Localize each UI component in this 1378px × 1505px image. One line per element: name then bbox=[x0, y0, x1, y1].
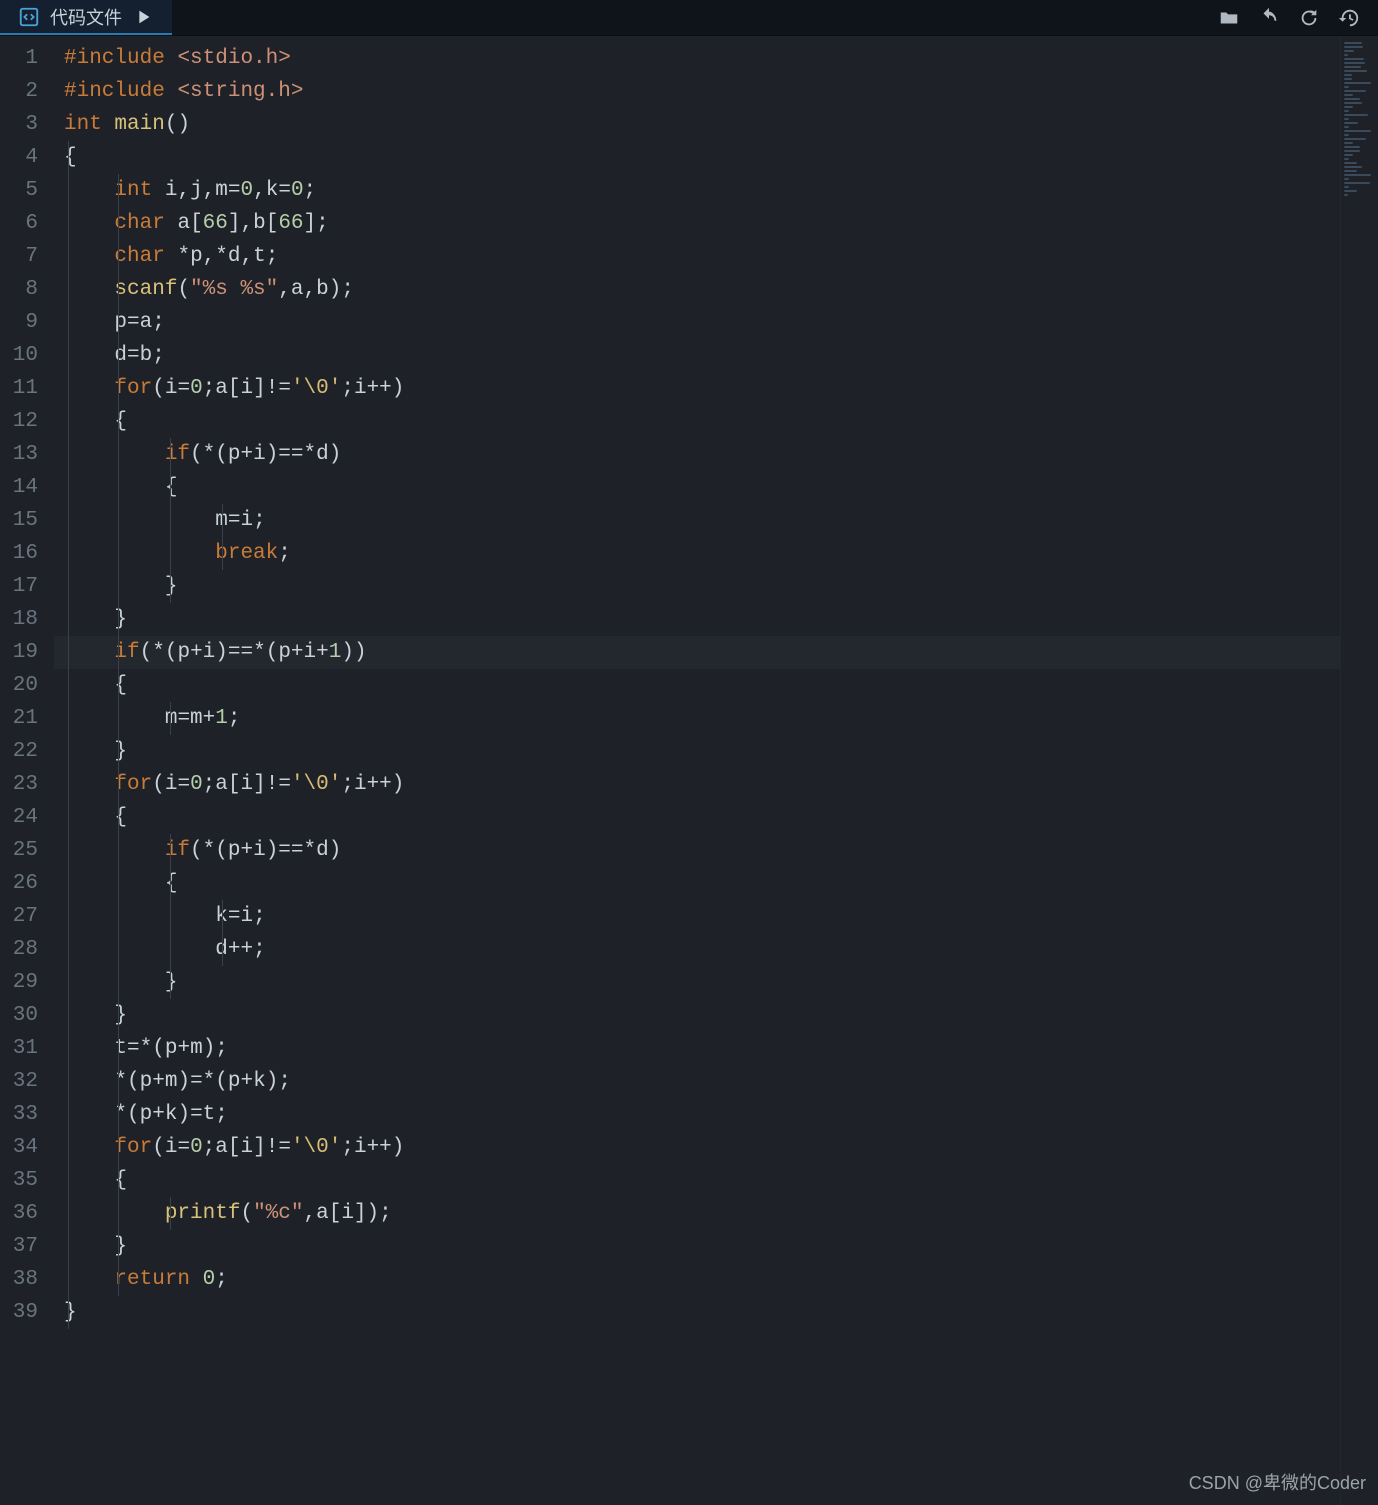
line-number: 29 bbox=[0, 966, 54, 999]
play-icon[interactable] bbox=[132, 6, 154, 28]
line-number: 6 bbox=[0, 207, 54, 240]
code-line[interactable]: #include <string.h> bbox=[54, 75, 1340, 108]
code-line[interactable]: } bbox=[54, 966, 1340, 999]
code-line[interactable]: { bbox=[54, 141, 1340, 174]
code-line[interactable]: for(i=0;a[i]!='\0';i++) bbox=[54, 768, 1340, 801]
line-number-gutter: 1234567891011121314151617181920212223242… bbox=[0, 36, 54, 1505]
tab-bar: 代码文件 bbox=[0, 0, 1378, 36]
code-file-icon bbox=[18, 6, 40, 28]
code-line[interactable]: d++; bbox=[54, 933, 1340, 966]
line-number: 22 bbox=[0, 735, 54, 768]
tab-label: 代码文件 bbox=[50, 4, 122, 30]
toolbar bbox=[1218, 0, 1378, 35]
code-line[interactable]: if(*(p+i)==*d) bbox=[54, 438, 1340, 471]
line-number: 33 bbox=[0, 1098, 54, 1131]
line-number: 12 bbox=[0, 405, 54, 438]
line-number: 8 bbox=[0, 273, 54, 306]
code-line[interactable]: { bbox=[54, 471, 1340, 504]
line-number: 4 bbox=[0, 141, 54, 174]
line-number: 36 bbox=[0, 1197, 54, 1230]
line-number: 34 bbox=[0, 1131, 54, 1164]
refresh-icon[interactable] bbox=[1298, 7, 1320, 29]
code-line[interactable]: m=m+1; bbox=[54, 702, 1340, 735]
line-number: 20 bbox=[0, 669, 54, 702]
code-line[interactable]: printf("%c",a[i]); bbox=[54, 1197, 1340, 1230]
code-line[interactable]: for(i=0;a[i]!='\0';i++) bbox=[54, 372, 1340, 405]
code-line[interactable]: k=i; bbox=[54, 900, 1340, 933]
code-line[interactable]: } bbox=[54, 735, 1340, 768]
line-number: 25 bbox=[0, 834, 54, 867]
line-number: 39 bbox=[0, 1296, 54, 1329]
line-number: 11 bbox=[0, 372, 54, 405]
line-number: 27 bbox=[0, 900, 54, 933]
code-line[interactable]: { bbox=[54, 1164, 1340, 1197]
code-line[interactable]: { bbox=[54, 405, 1340, 438]
code-line[interactable]: if(*(p+i)==*d) bbox=[54, 834, 1340, 867]
code-line[interactable]: d=b; bbox=[54, 339, 1340, 372]
code-line[interactable]: int main() bbox=[54, 108, 1340, 141]
code-line[interactable]: m=i; bbox=[54, 504, 1340, 537]
code-line[interactable]: *(p+k)=t; bbox=[54, 1098, 1340, 1131]
line-number: 32 bbox=[0, 1065, 54, 1098]
history-icon[interactable] bbox=[1338, 7, 1360, 29]
editor: 1234567891011121314151617181920212223242… bbox=[0, 36, 1378, 1505]
line-number: 5 bbox=[0, 174, 54, 207]
code-line[interactable]: } bbox=[54, 603, 1340, 636]
code-line[interactable]: *(p+m)=*(p+k); bbox=[54, 1065, 1340, 1098]
code-line[interactable]: char *p,*d,t; bbox=[54, 240, 1340, 273]
line-number: 14 bbox=[0, 471, 54, 504]
line-number: 37 bbox=[0, 1230, 54, 1263]
code-line[interactable]: return 0; bbox=[54, 1263, 1340, 1296]
line-number: 21 bbox=[0, 702, 54, 735]
line-number: 30 bbox=[0, 999, 54, 1032]
line-number: 23 bbox=[0, 768, 54, 801]
line-number: 19 bbox=[0, 636, 54, 669]
code-line[interactable]: } bbox=[54, 1230, 1340, 1263]
line-number: 2 bbox=[0, 75, 54, 108]
folder-icon[interactable] bbox=[1218, 7, 1240, 29]
code-line[interactable]: int i,j,m=0,k=0; bbox=[54, 174, 1340, 207]
line-number: 38 bbox=[0, 1263, 54, 1296]
line-number: 1 bbox=[0, 42, 54, 75]
code-line[interactable]: if(*(p+i)==*(p+i+1)) bbox=[54, 636, 1340, 669]
code-line[interactable]: char a[66],b[66]; bbox=[54, 207, 1340, 240]
code-line[interactable]: } bbox=[54, 570, 1340, 603]
undo-icon[interactable] bbox=[1258, 7, 1280, 29]
minimap[interactable] bbox=[1340, 36, 1378, 1505]
tab-code-file[interactable]: 代码文件 bbox=[0, 0, 172, 35]
line-number: 3 bbox=[0, 108, 54, 141]
line-number: 10 bbox=[0, 339, 54, 372]
line-number: 16 bbox=[0, 537, 54, 570]
code-line[interactable]: scanf("%s %s",a,b); bbox=[54, 273, 1340, 306]
code-line[interactable]: { bbox=[54, 669, 1340, 702]
code-line[interactable]: #include <stdio.h> bbox=[54, 42, 1340, 75]
line-number: 7 bbox=[0, 240, 54, 273]
code-line[interactable]: } bbox=[54, 999, 1340, 1032]
line-number: 35 bbox=[0, 1164, 54, 1197]
code-line[interactable]: break; bbox=[54, 537, 1340, 570]
code-line[interactable]: } bbox=[54, 1296, 1340, 1329]
line-number: 31 bbox=[0, 1032, 54, 1065]
line-number: 24 bbox=[0, 801, 54, 834]
line-number: 17 bbox=[0, 570, 54, 603]
line-number: 15 bbox=[0, 504, 54, 537]
code-area[interactable]: #include <stdio.h>#include <string.h>int… bbox=[54, 36, 1340, 1505]
code-line[interactable]: { bbox=[54, 867, 1340, 900]
code-line[interactable]: for(i=0;a[i]!='\0';i++) bbox=[54, 1131, 1340, 1164]
line-number: 28 bbox=[0, 933, 54, 966]
code-line[interactable]: { bbox=[54, 801, 1340, 834]
line-number: 9 bbox=[0, 306, 54, 339]
line-number: 18 bbox=[0, 603, 54, 636]
code-line[interactable]: p=a; bbox=[54, 306, 1340, 339]
code-line[interactable]: t=*(p+m); bbox=[54, 1032, 1340, 1065]
watermark: CSDN @卑微的Coder bbox=[1189, 1469, 1366, 1495]
line-number: 13 bbox=[0, 438, 54, 471]
line-number: 26 bbox=[0, 867, 54, 900]
